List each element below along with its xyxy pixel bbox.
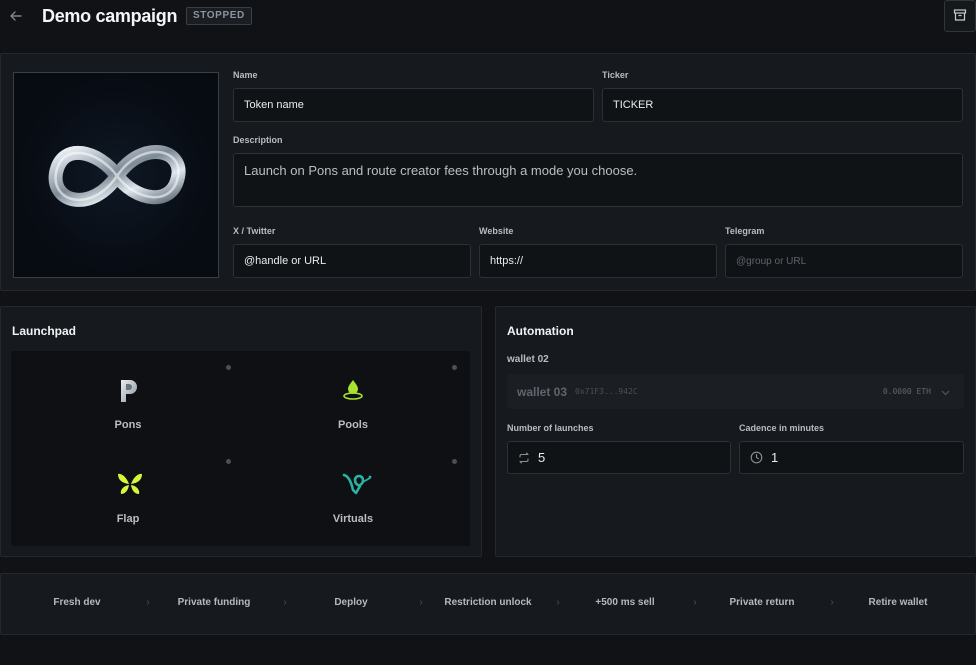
- wallet-address: 0x71F3...942C: [575, 387, 638, 396]
- telegram-label: Telegram: [725, 226, 765, 236]
- wallet-label: wallet 02: [507, 354, 549, 365]
- divider-dot: [452, 365, 457, 370]
- step-retire-wallet: Retire wallet: [868, 597, 928, 608]
- archive-icon: [953, 8, 967, 25]
- chevron-right-icon: ›: [146, 597, 150, 608]
- launchpad-title: Launchpad: [12, 324, 77, 338]
- launchpad-option-virtuals[interactable]: Virtuals: [253, 471, 453, 551]
- launchpad-option-pools[interactable]: Pools: [253, 377, 453, 457]
- page-title: Demo campaign: [42, 6, 178, 26]
- launchpad-option-flap[interactable]: Flap: [28, 471, 228, 551]
- infinity-logo-icon: [48, 144, 186, 207]
- chevron-right-icon: ›: [283, 597, 287, 608]
- launches-value: 5: [538, 450, 546, 465]
- launches-label: Number of launches: [507, 423, 594, 433]
- twitter-field[interactable]: @handle or URL: [233, 244, 471, 278]
- website-field[interactable]: https://: [479, 244, 717, 278]
- launchpad-grid: Pons Pools Flap Virtuals: [11, 351, 470, 546]
- pools-icon: [341, 377, 365, 401]
- wallet-balance: 0.0000 ETH: [882, 387, 931, 396]
- launchpad-option-label: Virtuals: [332, 513, 374, 525]
- step-sell: +500 ms sell: [595, 597, 655, 608]
- page-header: Demo campaign STOPPED: [0, 0, 976, 33]
- divider-dot: [226, 459, 231, 464]
- archive-button[interactable]: [944, 0, 976, 32]
- cadence-label: Cadence in minutes: [739, 423, 825, 433]
- pons-icon: [116, 377, 140, 402]
- launchpad-option-pons[interactable]: Pons: [28, 377, 228, 457]
- name-field[interactable]: Token name: [233, 88, 594, 122]
- launchpad-option-label: Pons: [114, 419, 142, 431]
- chevron-right-icon: ›: [693, 597, 697, 608]
- wallet-name: wallet 03: [517, 384, 568, 399]
- description-field[interactable]: Launch on Pons and route creator fees th…: [233, 153, 963, 207]
- cadence-value: 1: [771, 450, 779, 465]
- chevron-down-icon: [941, 385, 950, 399]
- flap-icon: [116, 471, 142, 495]
- ticker-label: Ticker: [602, 70, 629, 80]
- telegram-field[interactable]: @group or URL: [725, 244, 963, 278]
- divider-dot: [226, 365, 231, 370]
- description-label: Description: [233, 135, 283, 145]
- launches-field[interactable]: 5: [507, 441, 731, 474]
- virtuals-icon: [341, 471, 372, 495]
- name-label: Name: [233, 70, 258, 80]
- status-badge: STOPPED: [186, 7, 252, 25]
- clock-icon: [750, 451, 763, 464]
- launchpad-option-label: Pools: [338, 419, 368, 431]
- pipeline-steps-row: Fresh dev › Private funding › Deploy › R…: [0, 573, 976, 635]
- chevron-right-icon: ›: [419, 597, 423, 608]
- step-restriction-unlock: Restriction unlock: [444, 597, 532, 608]
- step-private-funding: Private funding: [177, 597, 251, 608]
- launchpad-option-label: Flap: [116, 513, 140, 525]
- step-deploy: Deploy: [334, 597, 368, 608]
- twitter-label: X / Twitter: [233, 226, 276, 236]
- wallet-select[interactable]: wallet 03 0x71F3...942C 0.0000 ETH: [507, 374, 964, 409]
- back-arrow-icon[interactable]: [9, 9, 23, 23]
- repeat-icon: [518, 451, 530, 464]
- step-private-return: Private return: [729, 597, 795, 608]
- ticker-field[interactable]: TICKER: [602, 88, 963, 122]
- divider-dot: [452, 459, 457, 464]
- chevron-right-icon: ›: [556, 597, 560, 608]
- cadence-field[interactable]: 1: [739, 441, 964, 474]
- step-fresh-dev: Fresh dev: [53, 597, 101, 608]
- website-label: Website: [479, 226, 514, 236]
- chevron-right-icon: ›: [830, 597, 834, 608]
- automation-title: Automation: [507, 324, 574, 338]
- token-image[interactable]: [13, 72, 219, 278]
